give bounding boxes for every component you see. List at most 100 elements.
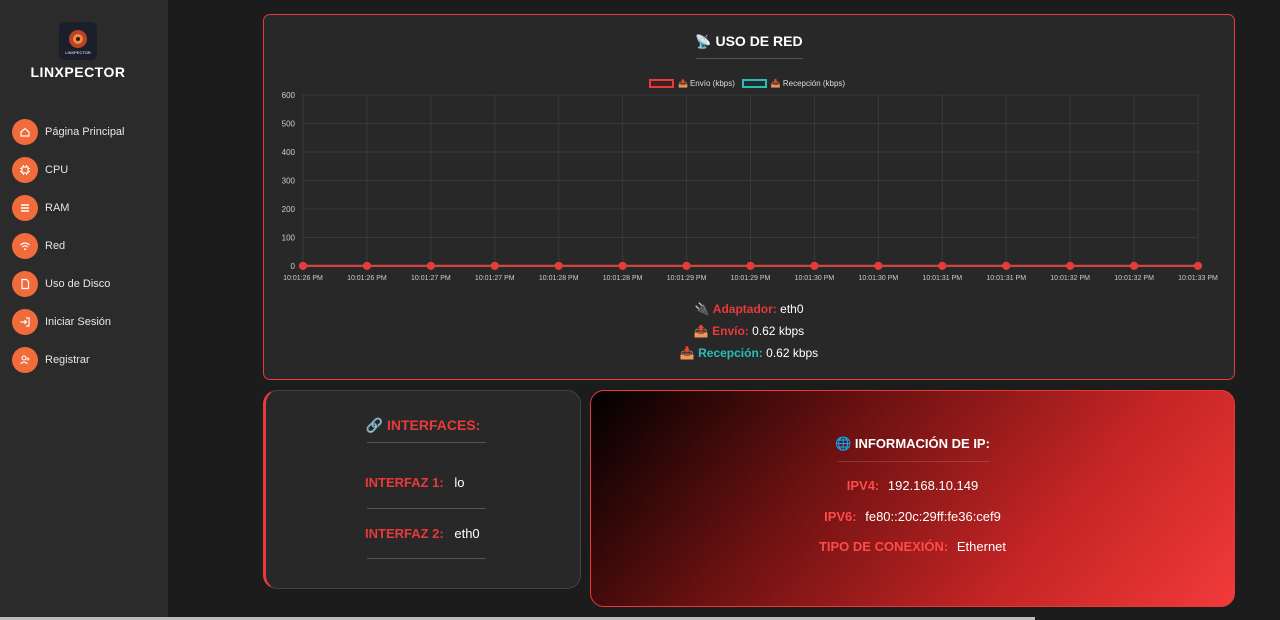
outbox-icon: 📤 — [693, 324, 709, 338]
sidebar-item-register[interactable]: Registrar — [12, 341, 125, 379]
sidebar-item-login[interactable]: Iniciar Sesión — [12, 303, 125, 341]
x-tick-label: 10:01:27 PM — [411, 275, 451, 282]
inbox-icon: 📥 — [679, 346, 695, 360]
sidebar-item-label: Iniciar Sesión — [45, 316, 112, 328]
x-tick-label: 10:01:28 PM — [603, 275, 643, 282]
x-tick-label: 10:01:27 PM — [475, 275, 515, 282]
network-stats: 🔌 Adaptador: eth0 📤 Envío: 0.62 kbps 📥 R… — [264, 298, 1234, 364]
data-point — [618, 261, 627, 270]
sidebar-item-label: Página Principal — [45, 126, 125, 138]
ip-info-card: 🌐 INFORMACIÓN DE IP: IPV4: 192.168.10.14… — [590, 390, 1235, 607]
interfaces-divider — [367, 442, 486, 443]
plug-icon: 🔌 — [694, 302, 710, 316]
network-usage-card: 📡 USO DE RED 📤 Envío (kbps) 📥 Recepción … — [263, 14, 1235, 380]
login-icon — [12, 309, 38, 335]
data-point — [426, 261, 435, 270]
cpu-icon — [12, 157, 38, 183]
connection-row: TIPO DE CONEXIÓN: Ethernet — [591, 539, 1234, 554]
data-point — [938, 261, 947, 270]
ipv4-row: IPV4: 192.168.10.149 — [591, 478, 1234, 493]
sidebar-item-disk[interactable]: Uso de Disco — [12, 265, 125, 303]
data-point — [1066, 261, 1075, 270]
interface-2-label: INTERFAZ 2: — [365, 526, 444, 541]
connection-type-label: TIPO DE CONEXIÓN: — [818, 539, 949, 554]
x-tick-label: 10:01:32 PM — [1050, 275, 1090, 282]
ram-icon — [12, 195, 38, 221]
ip-info-title: 🌐 INFORMACIÓN DE IP: — [835, 436, 990, 451]
sidebar-item-red[interactable]: Red — [12, 227, 125, 265]
x-tick-label: 10:01:26 PM — [283, 275, 323, 282]
user-add-icon — [12, 347, 38, 373]
x-tick-label: 10:01:32 PM — [1114, 275, 1154, 282]
x-tick-label: 10:01:30 PM — [795, 275, 835, 282]
sidebar-nav: Página Principal CPU RAM Red Uso de Disc… — [12, 113, 125, 379]
network-line-chart: 0 100 200 300 400 500 600 10:01:26 PM 10:01:26 P… — [282, 91, 1218, 282]
link-icon: 🔗 — [365, 417, 384, 433]
globe-icon: 🌐 — [835, 436, 852, 451]
interfaces-divider — [367, 558, 486, 559]
sidebar-item-label: RAM — [45, 202, 70, 214]
data-point — [1130, 261, 1139, 270]
sidebar-item-label: Uso de Disco — [45, 278, 111, 290]
send-value: 0.62 kbps — [752, 324, 805, 338]
data-point — [1194, 261, 1202, 270]
sidebar-item-label: Red — [45, 240, 66, 252]
y-tick-label: 200 — [282, 205, 296, 214]
data-point — [490, 261, 499, 270]
app-brand: LINXPECTOR — [30, 64, 126, 80]
connection-type-value: Ethernet — [956, 539, 1007, 554]
disk-icon — [12, 271, 38, 297]
interfaces-card: 🔗 INTERFACES: INTERFAZ 1: lo INTERFAZ 2:… — [263, 390, 581, 589]
sidebar: LINXPECTOR LINXPECTOR Página Principal C… — [0, 0, 168, 620]
adapter-label: Adaptador: — [712, 302, 777, 316]
interface-1-value: lo — [454, 475, 465, 490]
x-tick-label: 10:01:33 PM — [1178, 275, 1218, 282]
x-tick-label: 10:01:30 PM — [859, 275, 899, 282]
adapter-row: 🔌 Adaptador: eth0 — [264, 298, 1234, 320]
data-point — [810, 261, 819, 270]
x-tick-label: 10:01:26 PM — [347, 275, 387, 282]
interfaces-title: 🔗 INTERFACES: — [365, 417, 481, 433]
data-point — [874, 261, 883, 270]
interface-2-value: eth0 — [454, 526, 480, 541]
send-label: Envío: — [712, 324, 749, 338]
ipv6-label: IPV6: — [824, 509, 857, 524]
send-row: 📤 Envío: 0.62 kbps — [264, 320, 1234, 342]
x-tick-label: 10:01:31 PM — [986, 275, 1026, 282]
y-tick-label: 100 — [282, 234, 296, 243]
ipv4-value: 192.168.10.149 — [887, 478, 979, 493]
data-point — [554, 261, 563, 270]
app-logo[interactable]: LINXPECTOR — [59, 22, 97, 60]
x-tick-label: 10:01:29 PM — [667, 275, 707, 282]
data-point — [1002, 261, 1011, 270]
recv-value: 0.62 kbps — [766, 346, 819, 360]
sidebar-item-cpu[interactable]: CPU — [12, 151, 125, 189]
data-point — [362, 261, 371, 270]
interface-row-2: INTERFAZ 2: eth0 — [365, 526, 480, 541]
adapter-value: eth0 — [780, 302, 804, 316]
y-tick-label: 500 — [282, 120, 296, 129]
y-tick-label: 400 — [282, 148, 296, 157]
sidebar-item-ram[interactable]: RAM — [12, 189, 125, 227]
x-tick-label: 10:01:29 PM — [731, 275, 771, 282]
sidebar-item-label: CPU — [45, 164, 69, 176]
wifi-icon — [12, 233, 38, 259]
ip-info-divider — [837, 461, 990, 462]
recv-row: 📥 Recepción: 0.62 kbps — [264, 342, 1234, 364]
interfaces-divider — [367, 508, 486, 509]
svg-text:LINXPECTOR: LINXPECTOR — [65, 50, 91, 55]
ipv6-row: IPV6: fe80::20c:29ff:fe36:cef9 — [591, 509, 1234, 524]
data-point — [299, 261, 307, 270]
sidebar-item-label: Registrar — [45, 354, 90, 366]
interface-1-label: INTERFAZ 1: — [365, 475, 444, 490]
data-point — [682, 261, 691, 270]
ipv4-label: IPV4: — [846, 478, 880, 493]
y-tick-label: 300 — [282, 177, 296, 186]
x-tick-label: 10:01:28 PM — [539, 275, 579, 282]
data-point — [746, 261, 755, 270]
ipv6-value: fe80::20c:29ff:fe36:cef9 — [865, 509, 1001, 524]
sidebar-item-home[interactable]: Página Principal — [12, 113, 125, 151]
x-tick-label: 10:01:31 PM — [922, 275, 962, 282]
y-tick-label: 600 — [282, 91, 296, 100]
home-icon — [12, 119, 38, 145]
